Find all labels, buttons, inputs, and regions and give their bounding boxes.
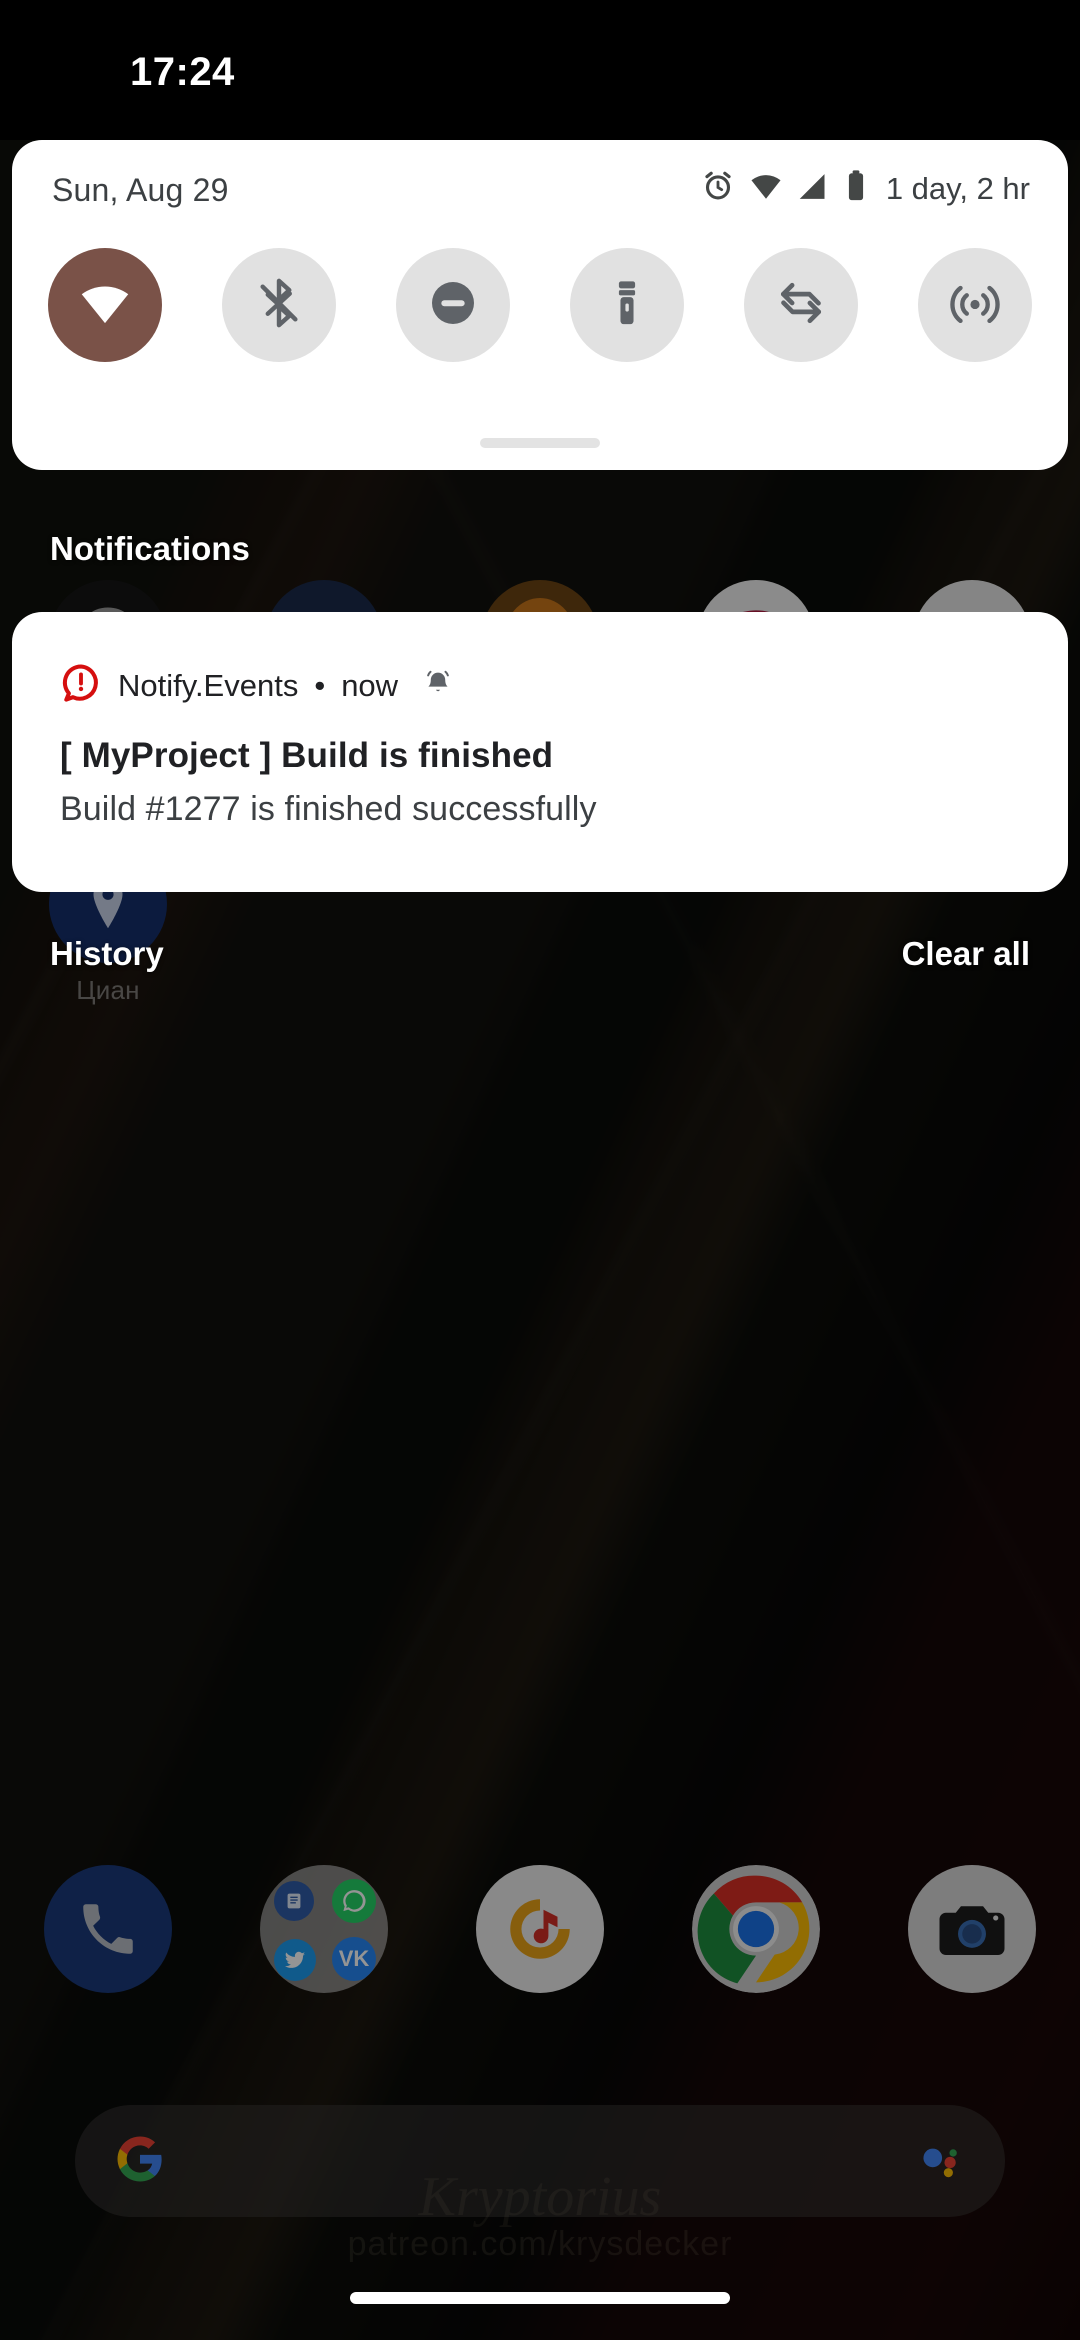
quick-settings-drag-handle[interactable] [480,438,600,448]
notification-app-name: Notify.Events [118,667,299,703]
qs-tile-do-not-disturb[interactable] [396,248,510,362]
android-notification-shade: Циан VK Kryptorius patreon.com/krysdecke… [0,0,1080,2340]
status-bar-clock: 17:24 [130,50,235,94]
history-button[interactable]: History [50,935,164,973]
quick-settings-status-icons: 1 day, 2 hr [701,168,1030,209]
notification-header: Notify.Events • now [60,662,454,709]
alarm-icon [701,169,735,208]
notification-body: Build #1277 is finished successfully [60,790,597,828]
qs-tile-bluetooth[interactable] [222,248,336,362]
wifi-icon [74,272,136,339]
wifi-icon [748,168,784,209]
battery-estimate-text: 1 day, 2 hr [885,170,1030,206]
gesture-nav-pill[interactable] [350,2292,730,2304]
hotspot-icon [946,274,1004,337]
bluetooth-off-icon [251,275,307,336]
notification-actions: History Clear all [0,935,1080,995]
status-bar: 17:24 [0,0,1080,140]
notification-time: now [341,667,399,703]
notification-separator: • [314,667,326,703]
battery-icon [843,169,869,208]
qs-tile-hotspot[interactable] [918,248,1032,362]
quick-settings-header: Sun, Aug 29 1 day, 2 hr [12,140,1068,236]
flashlight-icon [600,276,654,335]
notification-title: [ MyProject ] Build is finished [60,736,554,775]
notification-card[interactable]: Notify.Events • now [ MyProject ] Build … [12,612,1068,892]
clear-all-button[interactable]: Clear all [902,935,1030,973]
cellular-signal-icon [797,170,830,208]
quick-settings-tiles [12,248,1068,362]
quick-settings-panel[interactable]: Sun, Aug 29 1 day, 2 hr [12,140,1068,470]
bell-ringing-icon [422,667,454,704]
alert-bubble-icon [60,662,102,709]
qs-tile-wifi[interactable] [48,248,162,362]
do-not-disturb-icon [425,275,481,336]
auto-rotate-icon [773,275,829,336]
quick-settings-date: Sun, Aug 29 [52,172,229,208]
qs-tile-flashlight[interactable] [570,248,684,362]
qs-tile-auto-rotate[interactable] [744,248,858,362]
notifications-section-label: Notifications [50,530,250,567]
